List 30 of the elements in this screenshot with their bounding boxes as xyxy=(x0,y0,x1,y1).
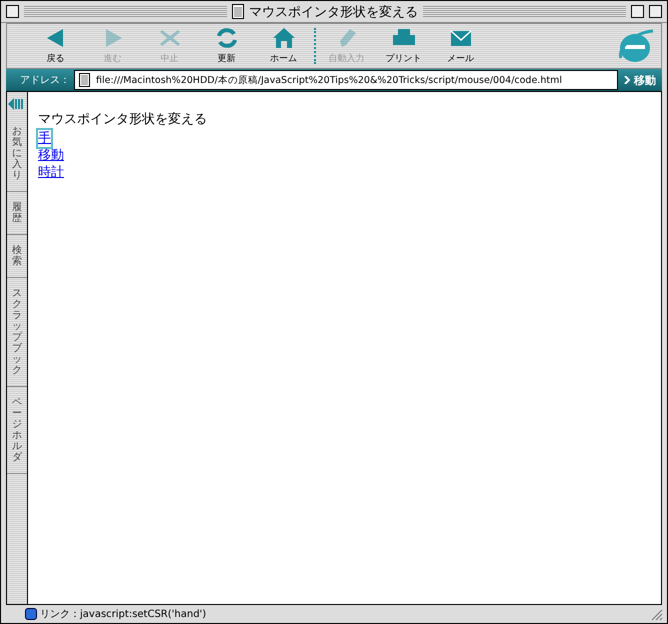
toolbar-button[interactable]: メール xyxy=(432,27,489,65)
title-bar-stripes[interactable] xyxy=(24,6,227,17)
zoom-box[interactable] xyxy=(631,5,644,18)
sidebar-tab[interactable]: スクラップブック xyxy=(7,278,27,387)
document-icon xyxy=(232,4,244,19)
status-text: リンク：javascript:setCSR('hand') xyxy=(40,608,206,621)
sidebar-tab[interactable]: 検索 xyxy=(7,235,27,278)
sidebar-tab[interactable]: ページホルダ xyxy=(7,387,27,474)
toolbar-button[interactable]: ホーム xyxy=(255,27,312,65)
go-button[interactable]: 移動 xyxy=(622,72,658,88)
page-link[interactable]: 手 xyxy=(38,130,51,147)
collapse-box[interactable] xyxy=(649,5,662,18)
sidebar-tab[interactable]: お気に入り xyxy=(7,116,27,192)
chevron-icon xyxy=(624,76,630,84)
sidebar-toggle-icon[interactable] xyxy=(8,98,26,110)
page-heading: マウスポインタ形状を変える xyxy=(38,111,207,128)
page-link[interactable]: 移動 xyxy=(38,147,64,164)
title-bar-stripes[interactable] xyxy=(423,6,626,17)
document-icon xyxy=(79,73,90,87)
page-link[interactable]: 時計 xyxy=(38,164,64,181)
toolbar-button[interactable]: プリント xyxy=(375,27,432,65)
toolbar-button[interactable]: 更新 xyxy=(198,27,255,65)
resize-grip-icon[interactable] xyxy=(649,607,663,621)
address-label: アドレス： xyxy=(20,74,70,87)
home-icon xyxy=(270,27,296,49)
toolbar-button[interactable]: 戻る xyxy=(27,27,84,65)
window-title: マウスポインタ形状を変える xyxy=(249,4,418,20)
close-box[interactable] xyxy=(6,5,19,18)
sidebar-tab[interactable]: 履歴 xyxy=(7,192,27,235)
address-field[interactable]: file:///Macintosh%20HDD/本の原稿/JavaScript%20Tips%20&%20Tricks/script/mouse/004/code.html xyxy=(74,70,618,90)
